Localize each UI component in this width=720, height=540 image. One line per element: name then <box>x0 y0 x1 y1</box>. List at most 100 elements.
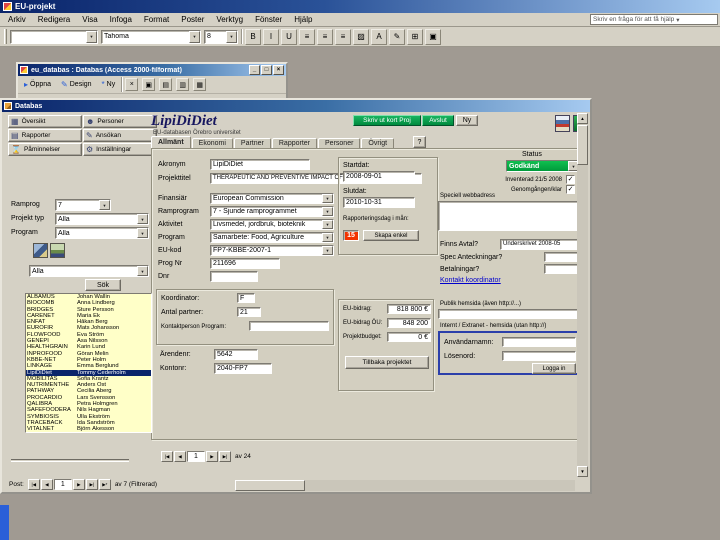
close-project-button[interactable]: Avslut <box>422 115 454 126</box>
nav-installningar-button[interactable]: ⚙ Inställningar <box>83 143 157 156</box>
record-number-field[interactable]: 1 <box>187 451 205 462</box>
borders-button[interactable]: ⊞ <box>407 28 423 45</box>
nav-ansokan-button[interactable]: ✎ Ansökan <box>83 129 157 142</box>
help-button[interactable]: ? <box>413 136 426 148</box>
ramprog-combo[interactable]: 7 ▼ <box>55 199 111 211</box>
vertical-scrollbar[interactable]: ▲ ▼ <box>577 113 588 477</box>
antal-partner-field[interactable]: 21 <box>237 307 261 317</box>
inventerad-checkbox[interactable]: ✓ <box>566 175 575 184</box>
nav-oversikt-button[interactable]: ▦ Översikt <box>8 115 82 128</box>
font-color-button[interactable]: A <box>371 28 387 45</box>
webbadress-field[interactable] <box>438 201 580 231</box>
print-card-button[interactable]: Skriv ut kort Proj <box>353 115 421 126</box>
nav-rapporter-button[interactable]: ▤ Rapporter <box>8 129 82 142</box>
menu-hjalp[interactable]: Hjälp <box>288 14 318 25</box>
align-right-button[interactable]: ≡ <box>335 28 351 45</box>
new-record-button[interactable]: Ny <box>456 115 478 126</box>
program-combo[interactable]: Samarbete: Food, Agriculture ▼ <box>210 232 334 243</box>
menu-poster[interactable]: Poster <box>175 14 210 25</box>
large-icons-button[interactable]: ▣ <box>142 78 156 91</box>
tillbaka-projektet-button[interactable]: Tillbaka projektet <box>345 356 429 369</box>
prognr-field[interactable]: 211696 <box>210 258 280 269</box>
arendenr-field[interactable]: 5642 <box>214 349 258 360</box>
menu-verktyg[interactable]: Verktyg <box>210 14 249 25</box>
menu-arkiv[interactable]: Arkiv <box>2 14 32 25</box>
toolbar-drag-handle[interactable] <box>4 29 7 44</box>
record-nav-button[interactable]: ▶ <box>72 479 85 490</box>
object-combo[interactable]: ▼ <box>10 29 98 44</box>
delete-button[interactable]: × <box>125 78 139 91</box>
kontonr-field[interactable]: 2040-FP7 <box>214 363 272 374</box>
record-nav-button[interactable]: ▶| <box>219 451 231 462</box>
line-color-button[interactable]: ✎ <box>389 28 405 45</box>
eukod-combo[interactable]: FP7-KBBE-2007-1 ▼ <box>210 245 334 256</box>
search-button[interactable]: Sök <box>85 279 121 291</box>
project-list-item[interactable]: VITALNET Björn Åkesson <box>26 426 151 432</box>
slutdat-field[interactable]: 2010-10-31 <box>343 197 415 208</box>
menu-infoga[interactable]: Infoga <box>104 14 138 25</box>
publik-hemsida-field[interactable] <box>438 309 580 319</box>
font-combo[interactable]: Tahoma ▼ <box>101 29 201 44</box>
record-nav-button[interactable]: ▶ <box>206 451 218 462</box>
kontakt-koordinator-link[interactable]: Kontakt koordinator <box>440 277 501 284</box>
special-effect-button[interactable]: ▣ <box>425 28 441 45</box>
italic-button[interactable]: I <box>263 28 279 45</box>
small-icons-button[interactable]: ▤ <box>159 78 173 91</box>
eu-bidrag-ou-field[interactable]: 848 200 <box>387 318 431 328</box>
scrollbar-thumb[interactable] <box>577 125 588 165</box>
align-center-button[interactable]: ≡ <box>317 28 333 45</box>
aktivitet-combo[interactable]: Livsmedel, jordbruk, bioteknik ▼ <box>210 219 334 230</box>
underline-button[interactable]: U <box>281 28 297 45</box>
eu-bidrag-field[interactable]: 818 800 € <box>387 304 431 314</box>
menu-visa[interactable]: Visa <box>76 14 103 25</box>
betalningar-field[interactable] <box>544 264 580 274</box>
new-button[interactable]: * Ny <box>99 78 119 91</box>
horizontal-scrollbar[interactable] <box>235 480 575 491</box>
logga-in-button[interactable]: Logga in <box>532 363 576 374</box>
ramprogram-combo[interactable]: 7 - Sjunde ramprogrammet ▼ <box>210 206 334 217</box>
record-nav-button[interactable]: |◀ <box>27 479 40 490</box>
record-nav-button[interactable]: ▶| <box>85 479 98 490</box>
genomgangen-checkbox[interactable]: ✓ <box>566 185 575 194</box>
avtal-field[interactable]: Underskrivet 2008-05 <box>500 239 580 250</box>
kontaktperson-field[interactable] <box>249 321 329 331</box>
maximize-button[interactable]: □ <box>261 65 272 75</box>
record-nav-button[interactable]: ◀ <box>174 451 186 462</box>
list-view-button[interactable]: ▥ <box>176 78 190 91</box>
skapa-enkel-button[interactable]: Skapa enkel <box>363 230 419 241</box>
anvandarnamn-field[interactable] <box>502 337 576 347</box>
record-number-field[interactable]: 1 <box>53 479 72 490</box>
details-view-button[interactable]: ▦ <box>193 78 207 91</box>
projektbudget-field[interactable]: 0 € <box>387 332 431 342</box>
print-preview-icon-button[interactable] <box>555 115 570 132</box>
status-combo[interactable]: Godkänd ▼ <box>506 160 580 172</box>
projekttyp-combo[interactable]: Alla ▼ <box>55 213 149 225</box>
menu-redigera[interactable]: Redigera <box>32 14 76 25</box>
scrollbar-thumb[interactable] <box>235 480 305 491</box>
record-nav-button[interactable]: ▶* <box>98 479 111 490</box>
align-left-button[interactable]: ≡ <box>299 28 315 45</box>
font-size-combo[interactable]: 8 ▼ <box>204 29 238 44</box>
rapportdag-field[interactable]: 15 <box>343 230 359 241</box>
list-scrollbar[interactable] <box>11 459 129 462</box>
menu-format[interactable]: Format <box>138 14 175 25</box>
record-nav-button[interactable]: ◀ <box>40 479 53 490</box>
bold-button[interactable]: B <box>245 28 261 45</box>
program-filter-combo[interactable]: Alla ▼ <box>55 227 149 239</box>
scroll-down-icon[interactable]: ▼ <box>577 466 588 477</box>
minimize-button[interactable]: _ <box>249 65 260 75</box>
help-question-box[interactable]: Skriv en fråga för att få hjälp ▾ <box>590 14 718 25</box>
dnr-field[interactable] <box>210 271 258 282</box>
project-list[interactable]: ALBAMUS Johan Wallin BIOCOMB Anna Lindbe… <box>25 293 152 433</box>
spec-anteckningar-field[interactable] <box>544 252 580 262</box>
akronym-field[interactable]: LipiDiDiet <box>210 159 310 170</box>
design-button[interactable]: ✎ Design <box>58 78 95 91</box>
fill-color-button[interactable]: ▨ <box>353 28 369 45</box>
finansiar-combo[interactable]: European Commission ▼ <box>210 193 334 204</box>
open-button[interactable]: ▸ Öppna <box>21 78 54 91</box>
scroll-up-icon[interactable]: ▲ <box>577 113 588 124</box>
close-button[interactable]: × <box>273 65 284 75</box>
startdat-field[interactable]: 2008-09-01 <box>343 171 415 182</box>
urval-combo[interactable]: Alla ▼ <box>29 265 149 277</box>
koordinator-field[interactable]: F <box>237 293 255 303</box>
